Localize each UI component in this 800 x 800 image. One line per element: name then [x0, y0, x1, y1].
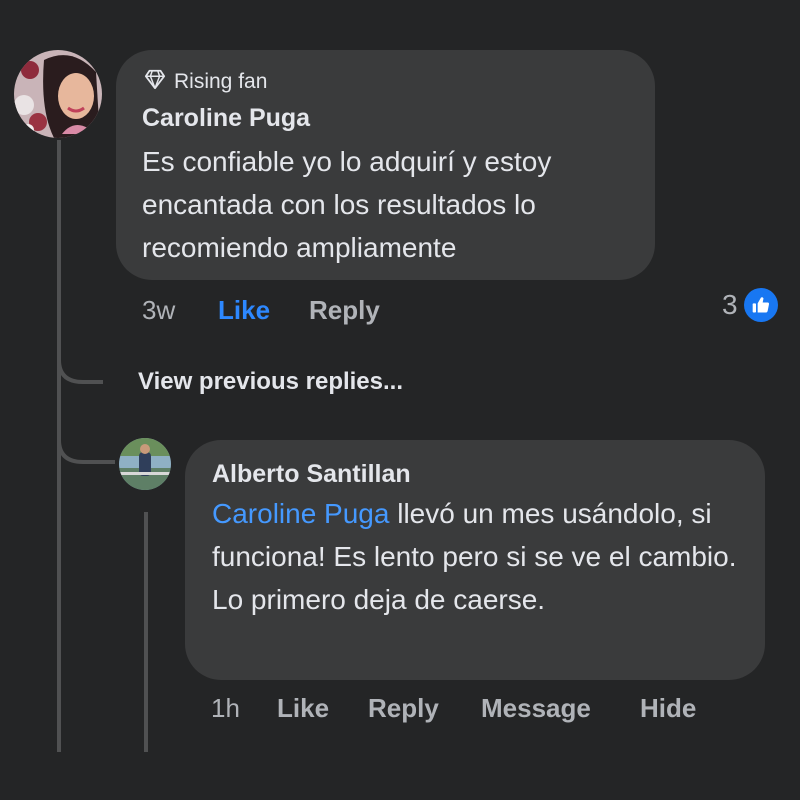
badge-rising-fan: Rising fan	[144, 68, 267, 96]
like-button[interactable]: Like	[218, 295, 270, 326]
comment-bubble-caroline: Rising fan Caroline Puga Es confiable yo…	[116, 50, 655, 280]
reaction-summary[interactable]: 3	[722, 288, 778, 322]
reply-author[interactable]: Alberto Santillan	[212, 460, 411, 489]
reply-reply-button[interactable]: Reply	[368, 693, 439, 724]
reply-like-button[interactable]: Like	[277, 693, 329, 724]
thumbs-up-icon	[743, 288, 778, 322]
avatar-alberto-santillan[interactable]	[119, 438, 171, 490]
reaction-count: 3	[722, 289, 738, 320]
message-button[interactable]: Message	[481, 693, 591, 724]
reply-timestamp: 1h	[211, 693, 240, 723]
avatar-caroline-puga[interactable]	[14, 50, 102, 138]
hide-button[interactable]: Hide	[640, 693, 696, 724]
comment-author[interactable]: Caroline Puga	[142, 104, 310, 133]
comment-text: Es confiable yo lo adquirí y estoy encan…	[142, 146, 552, 263]
thread-branch-view-previous	[57, 340, 103, 384]
thread-branch-reply	[57, 420, 115, 464]
badge-label: Rising fan	[174, 70, 268, 93]
mention-caroline-puga[interactable]: Caroline Puga	[212, 498, 389, 529]
comment-timestamp: 3w	[142, 295, 176, 325]
thread-line-reply	[144, 512, 148, 752]
diamond-icon	[144, 68, 166, 96]
reply-button[interactable]: Reply	[309, 295, 380, 326]
reply-text: Caroline Puga llevó un mes usándolo, si …	[212, 492, 747, 621]
view-previous-replies-link[interactable]: View previous replies...	[138, 368, 403, 396]
reply-bubble-alberto: Alberto Santillan Caroline Puga llevó un…	[185, 440, 765, 680]
